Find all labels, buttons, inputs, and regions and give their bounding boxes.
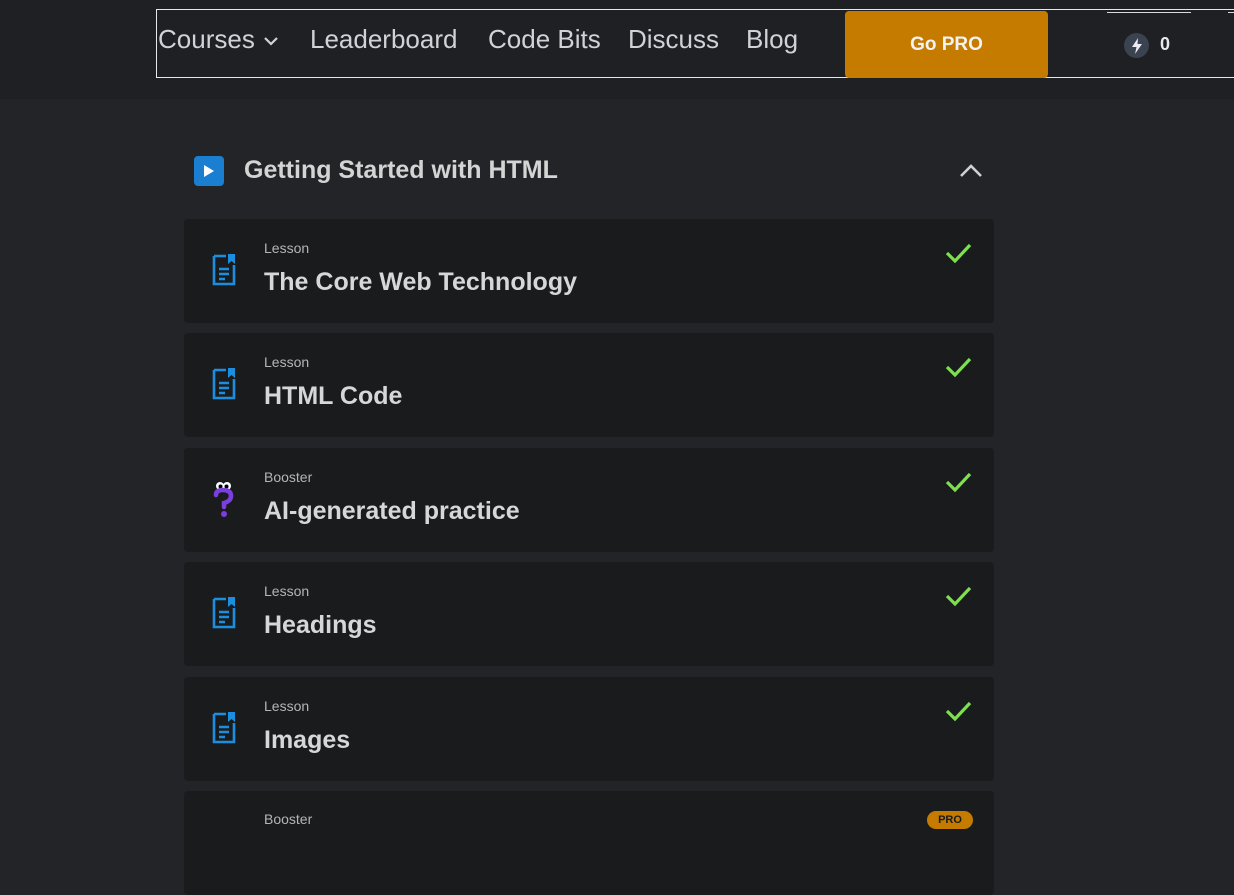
nav-courses-label: Courses — [158, 24, 255, 54]
lesson-doc-icon — [212, 712, 236, 744]
nav-discuss[interactable]: Discuss — [628, 24, 719, 55]
lesson-card[interactable]: Lesson The Core Web Technology — [184, 219, 994, 323]
card-title: HTML Code — [264, 382, 403, 410]
divider — [1228, 12, 1234, 13]
card-kind: Lesson — [264, 698, 310, 714]
booster-card[interactable]: Booster AI-generated practice — [184, 448, 994, 552]
card-title: AI-generated practice — [264, 497, 520, 525]
card-kind: Lesson — [264, 583, 310, 599]
nav-code-bits[interactable]: Code Bits — [488, 24, 601, 55]
check-icon — [945, 472, 972, 493]
xp-bolt-icon[interactable] — [1124, 33, 1149, 58]
divider — [1107, 12, 1191, 13]
lesson-doc-icon — [212, 254, 236, 286]
card-title: The Core Web Technology — [264, 268, 577, 296]
check-icon — [945, 357, 972, 378]
module-title: Getting Started with HTML — [244, 156, 558, 184]
card-kind: Lesson — [264, 240, 310, 256]
booster-card[interactable]: Booster PRO — [184, 791, 994, 895]
lesson-doc-icon — [212, 368, 236, 400]
chevron-down-icon — [264, 37, 278, 46]
nav-blog[interactable]: Blog — [746, 24, 798, 55]
card-kind: Lesson — [264, 354, 310, 370]
card-title: Headings — [264, 611, 377, 639]
check-icon — [945, 243, 972, 264]
card-kind: Booster — [264, 469, 313, 485]
module-header[interactable]: Getting Started with HTML — [184, 140, 994, 202]
xp-count: 0 — [1160, 34, 1171, 54]
card-title: Images — [264, 726, 351, 754]
lesson-doc-icon — [212, 597, 236, 629]
top-navigation-bar: Courses Leaderboard Code Bits Discuss Bl… — [0, 0, 1234, 99]
lesson-card[interactable]: Lesson HTML Code — [184, 333, 994, 437]
go-pro-button[interactable]: Go PRO — [845, 11, 1048, 78]
card-kind: Booster — [264, 811, 313, 827]
play-icon — [194, 156, 224, 186]
check-icon — [945, 701, 972, 722]
lesson-card[interactable]: Lesson Images — [184, 677, 994, 781]
nav-leaderboard[interactable]: Leaderboard — [310, 24, 457, 55]
nav-courses[interactable]: Courses — [158, 24, 279, 55]
chevron-up-icon[interactable] — [958, 160, 984, 182]
pro-badge: PRO — [927, 811, 973, 829]
check-icon — [945, 586, 972, 607]
lesson-card[interactable]: Lesson Headings — [184, 562, 994, 666]
question-mark-icon — [213, 482, 234, 517]
